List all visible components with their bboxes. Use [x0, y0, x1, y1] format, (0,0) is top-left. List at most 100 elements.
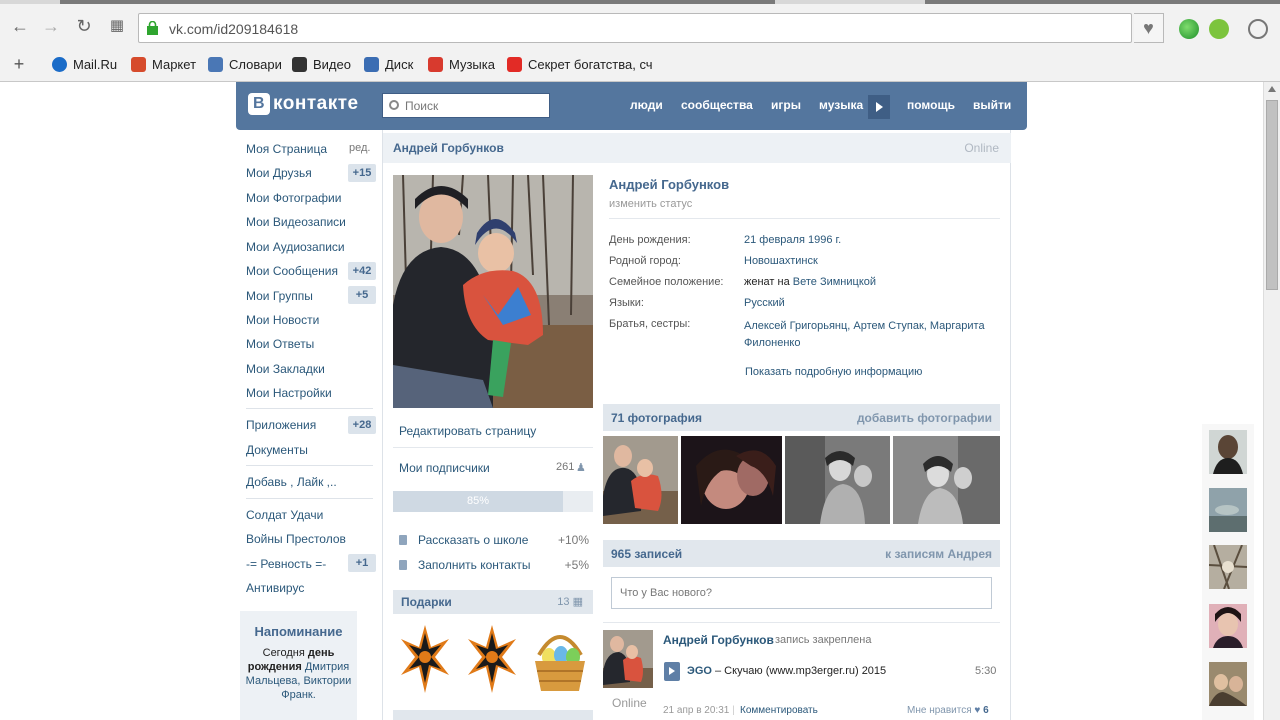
forward-icon[interactable]: →: [40, 15, 62, 37]
menu-group-antivirus[interactable]: Антивирус: [246, 581, 304, 595]
post-author-avatar[interactable]: [603, 630, 653, 688]
edit-page-link[interactable]: Редактировать страницу: [399, 424, 536, 438]
task-school[interactable]: Рассказать о школе: [399, 533, 528, 547]
photo-thumbnail[interactable]: [785, 436, 890, 524]
phone-icon: [399, 560, 407, 570]
photo-thumbnail[interactable]: [893, 436, 1000, 524]
post-pinned-label: запись закреплена: [775, 634, 872, 646]
jealousy-count-badge[interactable]: +1: [348, 554, 376, 572]
profile-avatar[interactable]: [393, 175, 593, 408]
photo-thumbnail[interactable]: [603, 436, 678, 524]
siblings-value[interactable]: Алексей Григорьянц, Артем Ступак, Маргар…: [744, 318, 996, 352]
friend-avatar[interactable]: [1209, 545, 1247, 589]
like-button[interactable]: Мне нравится ♥ 6: [907, 705, 989, 716]
friend-avatar[interactable]: [1209, 430, 1247, 474]
friends-count-badge[interactable]: +15: [348, 164, 376, 182]
bookmark-youtube[interactable]: Секрет богатства, сч: [507, 57, 653, 75]
menu-friends[interactable]: Мои Друзья: [246, 166, 312, 180]
groups-count-badge[interactable]: +5: [348, 286, 376, 304]
friend-avatar[interactable]: [1209, 604, 1247, 648]
play-icon[interactable]: [868, 95, 890, 119]
music-icon: [428, 57, 443, 72]
bookmark-heart-icon[interactable]: ♥: [1134, 13, 1164, 43]
download-extension-icon[interactable]: [1209, 19, 1229, 39]
menu-audio[interactable]: Мои Аудиозаписи: [246, 240, 345, 254]
task-contacts[interactable]: Заполнить контакты: [399, 558, 530, 572]
nav-communities[interactable]: сообщества: [681, 98, 753, 112]
reload-icon[interactable]: ↻: [73, 15, 95, 37]
to-posts-link[interactable]: к записям Андрея: [885, 547, 992, 561]
scrollbar-thumb[interactable]: [1266, 100, 1278, 290]
gift-st-george-ribbon[interactable]: [466, 623, 518, 695]
birthday-value[interactable]: 21 февраля 1996 г.: [744, 234, 841, 246]
post-date-link[interactable]: 21 апр в 20:31 |: [663, 705, 735, 716]
menu-videos[interactable]: Мои Видеозаписи: [246, 215, 346, 229]
nav-music[interactable]: музыка: [819, 98, 863, 112]
audio-track[interactable]: ЭGO – Скучаю (www.mp3erger.ru) 2015: [687, 665, 886, 677]
menu-groups[interactable]: Мои Группы: [246, 289, 313, 303]
gift-st-george-ribbon[interactable]: [399, 623, 451, 695]
show-more-info-link[interactable]: Показать подробную информацию: [745, 366, 922, 378]
nav-people[interactable]: люди: [630, 98, 663, 112]
apps-grid-icon[interactable]: ▦: [106, 15, 128, 37]
hometown-value[interactable]: Новошахтинск: [744, 255, 818, 267]
menu-bookmarks[interactable]: Мои Закладки: [246, 362, 325, 376]
menu-settings[interactable]: Мои Настройки: [246, 386, 332, 400]
add-bookmark-icon[interactable]: +: [8, 53, 30, 75]
posts-count-link[interactable]: 965 записей: [611, 547, 682, 561]
menu-answers[interactable]: Мои Ответы: [246, 337, 314, 351]
menu-photos[interactable]: Мои Фотографии: [246, 191, 341, 205]
bookmark-dictionary[interactable]: Словари: [208, 57, 282, 75]
apps-count-badge[interactable]: +28: [348, 416, 376, 434]
comment-link[interactable]: Комментировать: [740, 705, 818, 716]
gift-easter-basket[interactable]: [531, 625, 589, 693]
menu-edit-link[interactable]: ред.: [349, 142, 370, 154]
globe-extension-icon[interactable]: [1179, 19, 1199, 39]
menu-app-add-like[interactable]: Добавь , Лайк ,..: [246, 475, 337, 489]
menu-apps[interactable]: Приложения: [246, 418, 316, 432]
spouse-link[interactable]: Вете Зимницкой: [793, 276, 876, 288]
bookmark-video[interactable]: Видео: [292, 57, 351, 75]
menu-divider: [246, 408, 373, 409]
vk-logo[interactable]: Вконтакте: [248, 93, 359, 119]
menu-my-page[interactable]: Моя Страница: [246, 142, 327, 156]
online-status: Online: [964, 141, 999, 155]
languages-value[interactable]: Русский: [744, 297, 785, 309]
market-icon: [131, 57, 146, 72]
photos-count-link[interactable]: 71 фотография: [611, 411, 702, 425]
menu-news[interactable]: Мои Новости: [246, 313, 319, 327]
nav-help[interactable]: помощь: [907, 98, 955, 112]
bookmark-music[interactable]: Музыка: [428, 57, 495, 75]
nav-logout[interactable]: выйти: [973, 98, 1011, 112]
friend-avatar[interactable]: [1209, 662, 1247, 706]
photos-header: 71 фотография добавить фотографии: [603, 404, 1000, 431]
download-icon[interactable]: [1248, 19, 1268, 39]
bookmark-mailru[interactable]: Mail.Ru: [52, 57, 117, 75]
menu-group-thrones[interactable]: Войны Престолов: [246, 532, 346, 546]
messages-count-badge[interactable]: +42: [348, 262, 376, 280]
menu-group-jealousy[interactable]: -= Ревность =-: [246, 557, 326, 571]
bookmark-disk[interactable]: Диск: [364, 57, 413, 75]
divider: [609, 218, 1000, 219]
menu-documents[interactable]: Документы: [246, 443, 308, 457]
gifts-header[interactable]: Подарки 13 ▦: [393, 590, 593, 614]
nav-games[interactable]: игры: [771, 98, 801, 112]
post-author-link[interactable]: Андрей Горбунков: [663, 633, 774, 647]
status-edit-link[interactable]: изменить статус: [609, 198, 692, 210]
video-icon: [292, 57, 307, 72]
wall-post-input[interactable]: Что у Вас нового?: [611, 577, 992, 609]
menu-messages[interactable]: Мои Сообщения: [246, 264, 338, 278]
bookmark-market[interactable]: Маркет: [131, 57, 196, 75]
followers-link[interactable]: Мои подписчики: [399, 461, 490, 475]
audio-play-button[interactable]: [664, 662, 680, 681]
menu-group-soldier[interactable]: Солдат Удачи: [246, 508, 323, 522]
back-icon[interactable]: ←: [9, 15, 31, 37]
school-icon: [399, 535, 407, 545]
photo-thumbnail[interactable]: [681, 436, 782, 524]
search-input[interactable]: Поиск: [382, 93, 550, 118]
friend-avatar[interactable]: [1209, 488, 1247, 532]
address-bar[interactable]: vk.com/id209184618: [138, 13, 1132, 43]
scrollbar[interactable]: [1263, 82, 1280, 720]
add-photos-link[interactable]: добавить фотографии: [857, 411, 992, 425]
scroll-up-icon[interactable]: [1268, 86, 1276, 92]
